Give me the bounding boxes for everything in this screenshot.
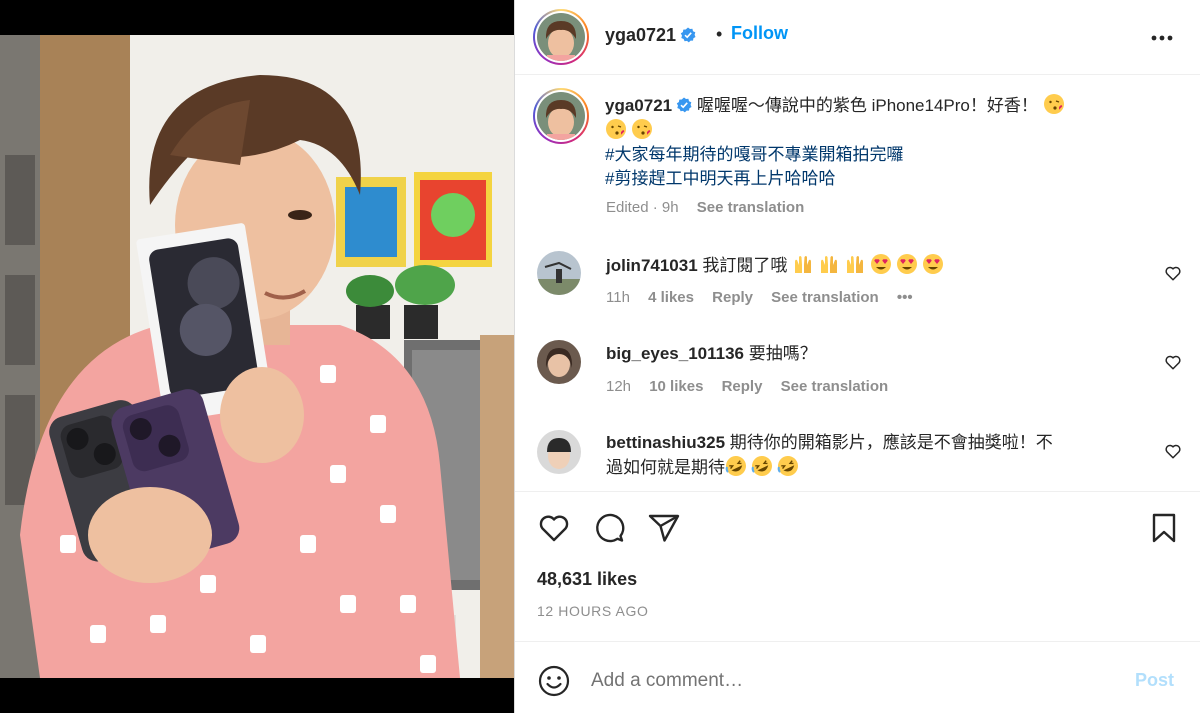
follow-button[interactable]: Follow (731, 23, 788, 44)
separator-dot: • (716, 24, 723, 44)
raising-hands-emoji-icon (844, 253, 866, 275)
kiss-emoji-icon (631, 118, 653, 140)
avatar-image (537, 92, 585, 140)
add-comment-bar: Post (515, 641, 1200, 713)
comment-icon[interactable] (592, 511, 626, 545)
heart-eyes-emoji-icon (896, 253, 918, 275)
rofl-emoji-icon (725, 455, 747, 477)
photo-illustration (0, 35, 514, 678)
comment-time: 12h (606, 378, 632, 395)
rofl-emoji-icon (777, 455, 799, 477)
see-translation-button[interactable]: See translation (697, 199, 805, 216)
comment-like-icon[interactable] (1164, 264, 1182, 282)
rofl-emoji-icon (751, 455, 773, 477)
comment-username[interactable]: bettinashiu325 (606, 433, 725, 452)
edited-label: Edited · 9h (606, 199, 679, 216)
heart-icon[interactable] (537, 511, 571, 545)
author-username[interactable]: yga0721 (605, 25, 696, 46)
comment-like-icon[interactable] (1164, 442, 1182, 460)
comment-text: bettinashiu325 期待你的開箱影片，應該是不會抽獎啦！不 過如何就是… (606, 431, 1146, 480)
comment-like-icon[interactable] (1164, 353, 1182, 371)
comment-likes[interactable]: 10 likes (649, 378, 703, 395)
post-detail-panel: yga0721 • Follow yga0721 喔喔喔～傳說中的紫色 iPho… (514, 0, 1200, 713)
share-icon[interactable] (647, 511, 681, 545)
commenter-avatar[interactable] (537, 251, 581, 295)
caption-body: 喔喔喔～傳說中的紫色 iPhone14Pro！好香！ (696, 96, 1038, 115)
comment-username[interactable]: big_eyes_101136 (606, 344, 744, 363)
commenter-avatar[interactable] (537, 430, 581, 474)
post-actions: 48,631 likes 12 HOURS AGO (515, 491, 1200, 641)
hashtag-link[interactable]: #大家每年期待的嘎哥不專業開箱拍完囉 (605, 145, 903, 164)
bookmark-icon[interactable] (1147, 511, 1181, 545)
author-avatar[interactable] (533, 9, 589, 65)
comment-text: big_eyes_101136 要抽嗎？ (606, 344, 817, 363)
emoji-icon[interactable] (537, 664, 571, 698)
kiss-emoji-icon (1043, 93, 1065, 115)
see-translation-button[interactable]: See translation (781, 378, 889, 395)
post-time-ago[interactable]: 12 HOURS AGO (537, 603, 648, 619)
comment-input[interactable] (591, 665, 1111, 697)
heart-eyes-emoji-icon (870, 253, 892, 275)
see-translation-button[interactable]: See translation (771, 289, 879, 306)
post-media (0, 0, 514, 713)
comment-meta: 11h 4 likes Reply See translation ••• (606, 289, 927, 306)
caption-username[interactable]: yga0721 (605, 96, 672, 115)
caption-text: yga0721 喔喔喔～傳說中的紫色 iPhone14Pro！好香！ #大家每年… (605, 93, 1165, 191)
hashtag-link[interactable]: #剪接趕工中明天再上片哈哈哈 (605, 169, 835, 188)
caption-avatar[interactable] (533, 88, 589, 144)
post-photo[interactable] (0, 35, 514, 678)
post-button[interactable]: Post (1135, 670, 1174, 691)
heart-eyes-emoji-icon (922, 253, 944, 275)
comment-time: 11h (606, 289, 630, 306)
verified-badge-icon (680, 27, 696, 43)
likes-count[interactable]: 48,631 likes (537, 569, 637, 590)
verified-badge-icon (676, 97, 692, 113)
reply-button[interactable]: Reply (712, 289, 753, 306)
comment-username[interactable]: jolin741031 (606, 256, 698, 275)
comment-meta: 12h 10 likes Reply See translation (606, 378, 902, 395)
reply-button[interactable]: Reply (722, 378, 763, 395)
avatar-image (537, 13, 585, 61)
comment-more-button[interactable]: ••• (897, 289, 913, 306)
commenter-avatar[interactable] (537, 340, 581, 384)
raising-hands-emoji-icon (792, 253, 814, 275)
more-options-icon[interactable] (1147, 24, 1177, 52)
comment-likes[interactable]: 4 likes (648, 289, 694, 306)
raising-hands-emoji-icon (818, 253, 840, 275)
caption-meta: Edited · 9h See translation (606, 199, 818, 216)
post-header: yga0721 • Follow (515, 0, 1200, 75)
comments-list[interactable]: yga0721 喔喔喔～傳說中的紫色 iPhone14Pro！好香！ #大家每年… (515, 76, 1200, 491)
comment-text: jolin741031 我訂閱了哦 (606, 253, 1146, 278)
kiss-emoji-icon (605, 118, 627, 140)
